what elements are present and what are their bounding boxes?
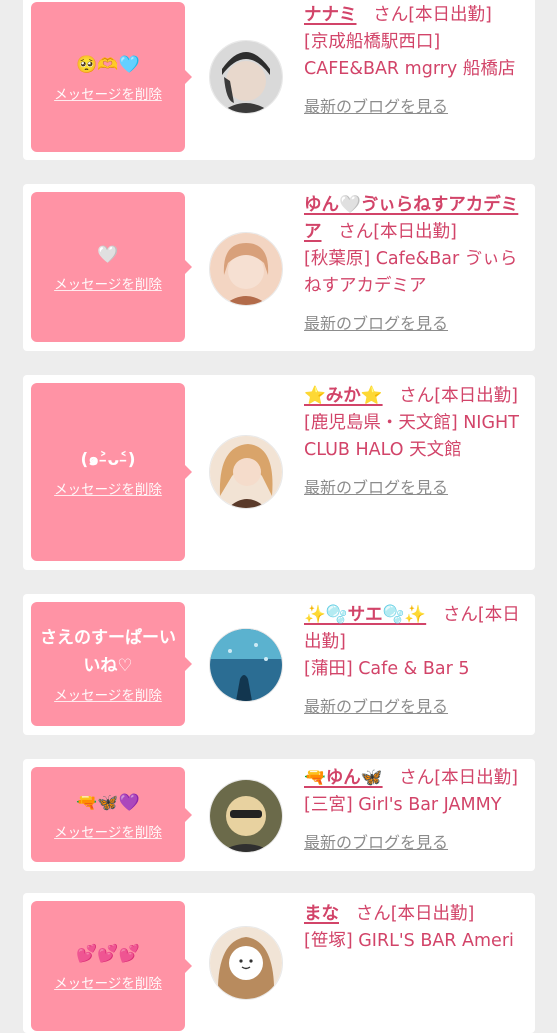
message-bubble: さえのすーぱーいいね♡ メッセージを削除	[31, 602, 192, 726]
message-text: さえのすーぱーいいね♡	[40, 628, 176, 676]
cast-status: さん[本日出勤]	[373, 5, 492, 25]
avatar[interactable]	[209, 926, 283, 1000]
list-item: 🥺🫶🩵 メッセージを削除 ナナミ さん[本日出勤] [京成船橋駅西口] CAFE…	[23, 0, 535, 160]
delete-message-link[interactable]: メッセージを削除	[54, 83, 162, 103]
cast-info: まな さん[本日出勤] [笹塚] GIRL'S BAR Ameri	[304, 901, 530, 955]
avatar[interactable]	[209, 628, 283, 702]
cast-status: さん[本日出勤]	[399, 386, 518, 406]
cast-info: ナナミ さん[本日出勤] [京成船橋駅西口] CAFE&BAR mgrry 船橋…	[304, 2, 530, 117]
avatar[interactable]	[209, 779, 283, 853]
message-bubble: (๑˃̵ᴗ˂̵) メッセージを削除	[31, 383, 192, 561]
blog-link[interactable]: 最新のブログを見る	[304, 310, 448, 334]
cast-name-link[interactable]: ナナミ	[304, 5, 357, 25]
cast-info: ゆん🤍ゔぃらねすアカデミア さん[本日出勤] [秋葉原] Cafe&Bar ゔぃ…	[304, 192, 530, 334]
message-text: (๑˃̵ᴗ˂̵)	[80, 450, 136, 470]
avatar[interactable]	[209, 435, 283, 509]
blog-link[interactable]: 最新のブログを見る	[304, 474, 448, 498]
delete-message-link[interactable]: メッセージを削除	[54, 684, 162, 704]
shop-text: [三宮] Girl's Bar JAMMY	[304, 795, 502, 815]
shop-text: [京成船橋駅西口] CAFE&BAR mgrry 船橋店	[304, 32, 516, 79]
cast-info: 🔫ゆん🦋 さん[本日出勤] [三宮] Girl's Bar JAMMY 最新のブ…	[304, 765, 530, 853]
cast-name-link[interactable]: ⭐みか⭐	[304, 386, 383, 406]
delete-message-link[interactable]: メッセージを削除	[54, 273, 162, 293]
message-text: 🤍	[97, 245, 119, 265]
message-bubble: 🥺🫶🩵 メッセージを削除	[31, 2, 192, 152]
cast-status: さん[本日出勤]	[355, 904, 475, 924]
avatar[interactable]	[209, 232, 283, 306]
avatar[interactable]	[209, 40, 283, 114]
message-bubble: 🔫🦋💜 メッセージを削除	[31, 767, 192, 862]
list-item: 🤍 メッセージを削除 ゆん🤍ゔぃらねすアカデミア さん[本日出勤] [秋葉原] …	[23, 184, 535, 351]
cast-info: ⭐みか⭐ さん[本日出勤] [鹿児島県・天文館] NIGHT CLUB HALO…	[304, 383, 530, 498]
blog-link[interactable]: 最新のブログを見る	[304, 93, 448, 117]
blog-link[interactable]: 最新のブログを見る	[304, 829, 448, 853]
list-item: 🔫🦋💜 メッセージを削除 🔫ゆん🦋 さん[本日出勤] [三宮] Girl's B…	[23, 759, 535, 871]
message-bubble: 💕💕💕 メッセージを削除	[31, 901, 192, 1031]
shop-text: [秋葉原] Cafe&Bar ゔぃらねすアカデミア	[304, 249, 518, 296]
list-item: さえのすーぱーいいね♡ メッセージを削除 ✨🫧サエ🫧✨ さん[本日出勤] [蒲田…	[23, 594, 535, 735]
cast-name-link[interactable]: 🔫ゆん🦋	[304, 768, 383, 788]
cast-name-link[interactable]: まな	[304, 904, 339, 924]
delete-message-link[interactable]: メッセージを削除	[54, 821, 162, 841]
shop-text: [鹿児島県・天文館] NIGHT CLUB HALO 天文館	[304, 413, 519, 460]
list-item: 💕💕💕 メッセージを削除 まな さん[本日出勤] [笹塚] GIRL'S BAR…	[23, 893, 535, 1033]
blog-link[interactable]: 最新のブログを見る	[304, 693, 448, 717]
cast-status: さん[本日出勤]	[338, 222, 457, 242]
cast-info: ✨🫧サエ🫧✨ さん[本日出勤] [蒲田] Cafe & Bar 5 最新のブログ…	[304, 602, 530, 717]
shop-text: [笹塚] GIRL'S BAR Ameri	[304, 931, 514, 951]
cast-name-link[interactable]: ✨🫧サエ🫧✨	[304, 605, 426, 625]
delete-message-link[interactable]: メッセージを削除	[54, 478, 162, 498]
list-item: (๑˃̵ᴗ˂̵) メッセージを削除 ⭐みか⭐ さん[本日出勤] [鹿児島県・天文…	[23, 375, 535, 570]
delete-message-link[interactable]: メッセージを削除	[54, 972, 162, 992]
shop-text: [蒲田] Cafe & Bar 5	[304, 659, 470, 679]
cast-status: さん[本日出勤]	[399, 768, 518, 788]
message-text: 💕💕💕	[76, 944, 140, 964]
message-text: 🔫🦋💜	[76, 792, 140, 813]
message-bubble: 🤍 メッセージを削除	[31, 192, 192, 342]
message-text: 🥺🫶🩵	[76, 55, 140, 75]
